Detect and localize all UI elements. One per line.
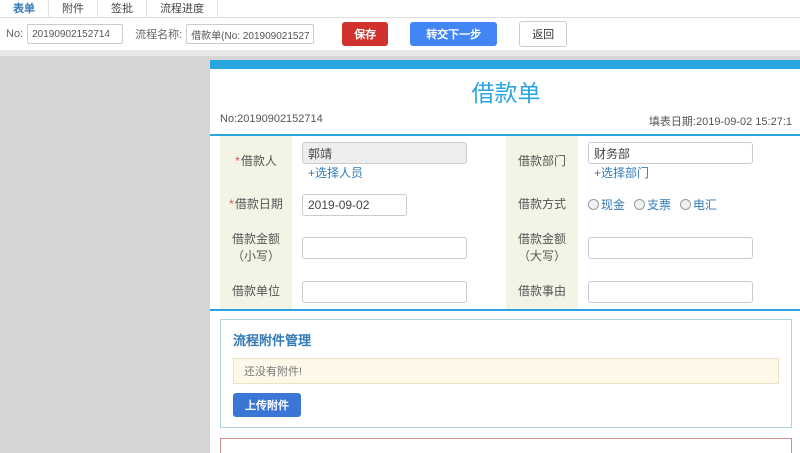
- save-button[interactable]: 保存: [342, 22, 389, 46]
- panel-top-accent-bar: [210, 60, 800, 69]
- form-meta-row: No:20190902152714 填表日期:2019-09-02 15:27:…: [210, 111, 800, 134]
- process-name-input[interactable]: [186, 24, 315, 44]
- radio-circle-icon[interactable]: [680, 199, 692, 210]
- table-row: *借款日期 借款方式 现金 支票: [220, 187, 792, 222]
- upload-attachment-button[interactable]: 上传附件: [233, 393, 301, 417]
- unit-label: 借款单位: [231, 284, 280, 298]
- required-asterisk: *: [229, 197, 234, 211]
- borrower-input-cell: +选择人员: [292, 136, 506, 187]
- tab-process-progress[interactable]: 流程进度: [147, 0, 218, 17]
- loan-form-panel: 借款单 No:20190902152714 填表日期:2019-09-02 15…: [210, 60, 800, 453]
- tab-attachments[interactable]: 附件: [49, 0, 98, 17]
- loan-method-radio-group: 现金 支票 电汇: [588, 196, 782, 213]
- department-input-cell: +选择部门: [578, 136, 792, 187]
- tab-form[interactable]: 表单: [0, 0, 49, 17]
- amount-small-input[interactable]: [302, 237, 467, 259]
- radio-circle-icon[interactable]: [588, 199, 599, 210]
- back-button[interactable]: 返回: [519, 21, 568, 47]
- table-row: *借款人 +选择人员 借款部门 +选择部门: [220, 136, 792, 187]
- radio-cash-label: 现金: [601, 198, 626, 212]
- amount-big-label: 借款金额（大写）: [517, 232, 566, 263]
- radio-circle-icon[interactable]: [634, 199, 646, 210]
- date-input-cell: [292, 187, 506, 222]
- table-row: 借款金额（小写） 借款金额（大写）: [220, 222, 792, 274]
- borrower-label-cell: *借款人: [220, 136, 292, 187]
- approval-section: 流程签批意见 B I abc ✏ ⚑ ☰ ☰ ⇤ ⇥ ”: [220, 438, 792, 453]
- amount-small-input-cell: [292, 222, 506, 274]
- method-label-cell: 借款方式: [506, 187, 578, 222]
- attachments-section-title: 流程附件管理: [233, 333, 312, 348]
- unit-label-cell: 借款单位: [220, 274, 292, 309]
- forward-next-step-button[interactable]: 转交下一步: [410, 22, 498, 46]
- borrower-input[interactable]: [302, 142, 467, 164]
- radio-wire-transfer-label: 电汇: [693, 198, 718, 212]
- form-fill-date-text: 填表日期:2019-09-02 15:27:1: [648, 116, 792, 128]
- amount-big-input-cell: [578, 222, 792, 274]
- amount-small-label-cell: 借款金额（小写）: [220, 222, 292, 274]
- department-label: 借款部门: [517, 154, 566, 168]
- radio-check[interactable]: 支票: [634, 196, 671, 213]
- loan-reason-input[interactable]: [588, 280, 753, 303]
- no-input[interactable]: [27, 24, 124, 44]
- borrower-label: 借款人: [240, 154, 277, 168]
- amount-small-label: 借款金额（小写）: [231, 232, 280, 263]
- top-tab-bar: 表单 附件 签批 流程进度: [0, 0, 800, 18]
- loan-date-input[interactable]: [302, 193, 407, 216]
- unit-input-cell: [292, 274, 506, 309]
- form-no-text: No:20190902152714: [220, 113, 323, 125]
- table-row: 借款单位 借款事由: [220, 274, 792, 309]
- no-label: No:: [6, 28, 24, 40]
- reason-label: 借款事由: [517, 284, 566, 298]
- divider-bottom: [210, 309, 800, 311]
- department-input[interactable]: [588, 142, 753, 164]
- select-department-link[interactable]: +选择部门: [594, 166, 649, 180]
- method-input-cell: 现金 支票 电汇: [578, 187, 792, 222]
- amount-big-label-cell: 借款金额（大写）: [506, 222, 578, 274]
- no-attachments-alert: 还没有附件!: [233, 358, 779, 384]
- process-name-label: 流程名称:: [135, 29, 183, 41]
- radio-cash[interactable]: 现金: [588, 196, 625, 213]
- loan-form-table: *借款人 +选择人员 借款部门 +选择部门 *借款日期: [220, 136, 792, 309]
- tab-approval[interactable]: 签批: [98, 0, 147, 17]
- date-label-cell: *借款日期: [220, 187, 292, 222]
- page-background: 借款单 No:20190902152714 填表日期:2019-09-02 15…: [0, 50, 800, 453]
- department-label-cell: 借款部门: [506, 136, 578, 187]
- form-title: 借款单: [471, 80, 541, 106]
- attachments-section: 流程附件管理 还没有附件! 上传附件: [220, 319, 792, 428]
- method-label: 借款方式: [517, 197, 566, 211]
- command-bar: No: 流程名称: 保存 转交下一步 返回: [0, 18, 800, 50]
- loan-unit-input[interactable]: [302, 280, 467, 303]
- radio-wire-transfer[interactable]: 电汇: [680, 196, 717, 213]
- amount-big-input[interactable]: [588, 237, 753, 259]
- reason-label-cell: 借款事由: [506, 274, 578, 309]
- reason-input-cell: [578, 274, 792, 309]
- select-person-link[interactable]: +选择人员: [308, 166, 363, 180]
- radio-check-label: 支票: [647, 198, 672, 212]
- required-asterisk: *: [235, 154, 240, 168]
- date-label: 借款日期: [234, 197, 283, 211]
